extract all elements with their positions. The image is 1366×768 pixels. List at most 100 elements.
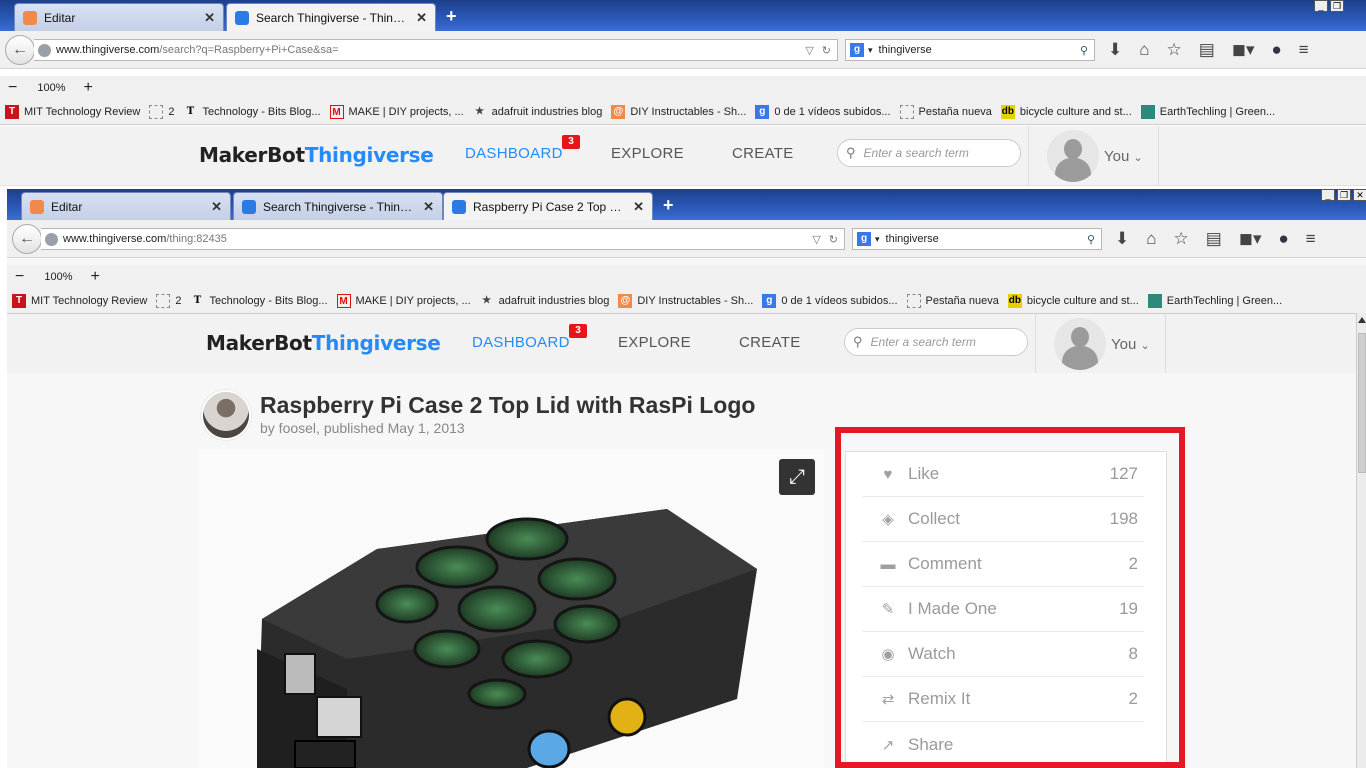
home-icon[interactable]: ⌂ <box>1146 229 1156 249</box>
home-icon[interactable]: ⌂ <box>1139 40 1149 60</box>
front-search-bar[interactable]: g ▾ thingiverse ⚲ <box>852 228 1102 250</box>
adafruit-icon: ★ <box>482 295 492 306</box>
addon-icon[interactable]: ● <box>1279 229 1289 249</box>
bookmark-item[interactable]: Pestaña nueva <box>899 105 992 119</box>
bookmark-item[interactable]: ★ adafruit industries blog <box>473 105 602 119</box>
nav-create[interactable]: CREATE <box>732 145 794 162</box>
bookmark-item[interactable]: @ DIY Instructables - Sh... <box>618 294 753 308</box>
thing-photo[interactable]: ⤢ <box>197 449 825 768</box>
restore-button[interactable]: ❐ <box>1337 189 1351 201</box>
menu-icon[interactable]: ≡ <box>1306 229 1316 249</box>
blank-page-icon <box>156 294 171 308</box>
addon-icon[interactable]: ● <box>1272 40 1282 60</box>
back-tab-search[interactable]: Search Thingiverse - Thingive... ✕ <box>226 3 436 31</box>
bookmark-item[interactable]: T MIT Technology Review <box>5 105 140 119</box>
close-icon[interactable]: ✕ <box>211 199 222 215</box>
bookmark-star-icon[interactable]: ☆ <box>1174 229 1189 249</box>
avatar[interactable] <box>1054 318 1106 370</box>
close-icon[interactable]: ✕ <box>633 199 644 215</box>
chevron-down-icon[interactable]: ▾ <box>868 45 873 56</box>
nav-create[interactable]: CREATE <box>739 334 801 351</box>
reload-icon[interactable]: ↻ <box>822 44 831 57</box>
user-menu[interactable]: You ⌄ <box>1104 148 1143 165</box>
front-tab-thing[interactable]: Raspberry Pi Case 2 Top Lid ... ✕ <box>443 192 653 220</box>
bookmark-star-icon[interactable]: ☆ <box>1167 40 1182 60</box>
dropdown-icon[interactable]: ▽ <box>805 44 813 57</box>
expand-icon[interactable]: ⤢ <box>779 459 815 495</box>
zoom-out-button[interactable]: − <box>8 79 17 97</box>
thingiverse-icon <box>452 199 466 214</box>
minimize-button[interactable]: _ <box>1314 0 1328 12</box>
instructables-icon: @ <box>618 294 633 308</box>
close-icon[interactable]: ✕ <box>423 199 434 215</box>
nav-explore[interactable]: EXPLORE <box>611 145 684 162</box>
site-search-input[interactable]: ⚲ Enter a search term <box>837 139 1021 167</box>
new-tab-button[interactable]: + <box>663 195 674 216</box>
back-button[interactable]: ← <box>12 224 42 254</box>
back-search-bar[interactable]: g ▾ thingiverse ⚲ <box>845 39 1095 61</box>
avatar[interactable] <box>1047 130 1099 182</box>
back-url-bar[interactable]: www.thingiverse.com /search?q=Raspberry+… <box>34 39 838 61</box>
site-search-input[interactable]: ⚲ Enter a search term <box>844 328 1028 356</box>
user-menu[interactable]: You ⌄ <box>1111 336 1150 353</box>
bookmark-item[interactable]: T MIT Technology Review <box>12 294 147 308</box>
extension-icon[interactable]: ◼▾ <box>1239 229 1262 249</box>
close-icon[interactable]: ✕ <box>204 10 215 26</box>
bookmark-item[interactable]: g0 de 1 vídeos subidos... <box>755 105 891 119</box>
make-icon: M <box>336 294 351 308</box>
nav-dashboard[interactable]: DASHBOARD <box>465 145 563 162</box>
new-tab-button[interactable]: + <box>446 6 457 27</box>
minimize-button[interactable]: _ <box>1321 189 1335 201</box>
bookmark-item[interactable]: 2 <box>156 294 182 308</box>
front-tab-editar[interactable]: Editar ✕ <box>21 192 231 220</box>
download-icon[interactable]: ⬇ <box>1115 229 1129 249</box>
bookmark-item[interactable]: ★ adafruit industries blog <box>480 294 609 308</box>
zoom-in-button[interactable]: + <box>83 79 92 97</box>
bookmark-item[interactable]: @ DIY Instructables - Sh... <box>611 105 746 119</box>
close-window-button[interactable]: ✕ <box>1353 189 1366 201</box>
nav-dashboard[interactable]: DASHBOARD <box>472 334 570 351</box>
bookmark-item[interactable]: EarthTechling | Green... <box>1147 294 1282 308</box>
blank-page-icon <box>899 105 914 119</box>
clipboard-icon[interactable]: ▤ <box>1206 229 1222 249</box>
scroll-up-arrow-icon[interactable] <box>1358 317 1366 323</box>
menu-icon[interactable]: ≡ <box>1299 40 1309 60</box>
bookmark-item[interactable]: M MAKE | DIY projects, ... <box>336 294 471 308</box>
back-tab-editar[interactable]: Editar ✕ <box>14 3 224 31</box>
bookmark-item[interactable]: db bicycle culture and st... <box>1000 105 1132 119</box>
reload-icon[interactable]: ↻ <box>829 233 838 246</box>
zoom-in-button[interactable]: + <box>90 268 99 286</box>
back-browser-window: Editar ✕ Search Thingiverse - Thingive..… <box>0 0 1366 190</box>
bookmark-item[interactable]: g0 de 1 vídeos subidos... <box>762 294 898 308</box>
site-logo[interactable]: MakerBotThingiverse <box>206 331 441 356</box>
creator-avatar[interactable] <box>201 390 251 440</box>
site-logo[interactable]: MakerBotThingiverse <box>199 143 434 168</box>
bookmark-item[interactable]: 2 <box>149 105 175 119</box>
front-tab-search[interactable]: Search Thingiverse - Thingive... ✕ <box>233 192 443 220</box>
close-icon[interactable]: ✕ <box>416 10 427 26</box>
db-icon: db <box>1007 294 1022 308</box>
front-zoom-bar: − 100% + <box>7 265 1366 289</box>
nav-explore[interactable]: EXPLORE <box>618 334 691 351</box>
highlight-box <box>835 427 1185 768</box>
restore-button[interactable]: ❐ <box>1330 0 1344 12</box>
extension-icon[interactable]: ◼▾ <box>1232 40 1255 60</box>
chevron-down-icon[interactable]: ▾ <box>875 234 880 245</box>
bookmark-item[interactable]: T Technology - Bits Blog... <box>191 294 328 308</box>
front-toolbar-icons: ⬇ ⌂ ☆ ▤ ◼▾ ● ≡ <box>1115 229 1316 249</box>
bookmark-item[interactable]: db bicycle culture and st... <box>1007 294 1139 308</box>
bookmark-item[interactable]: EarthTechling | Green... <box>1140 105 1275 119</box>
search-icon[interactable]: ⚲ <box>1080 44 1088 57</box>
search-icon[interactable]: ⚲ <box>1087 233 1095 246</box>
dropdown-icon[interactable]: ▽ <box>812 233 820 246</box>
bookmark-item[interactable]: T Technology - Bits Blog... <box>184 105 321 119</box>
scrollbar-thumb[interactable] <box>1358 333 1366 473</box>
zoom-out-button[interactable]: − <box>15 268 24 286</box>
bookmark-item[interactable]: M MAKE | DIY projects, ... <box>329 105 464 119</box>
download-icon[interactable]: ⬇ <box>1108 40 1122 60</box>
bookmark-item[interactable]: Pestaña nueva <box>906 294 999 308</box>
clipboard-icon[interactable]: ▤ <box>1199 40 1215 60</box>
front-url-bar[interactable]: www.thingiverse.com /thing:82435 ▽ ↻ <box>41 228 845 250</box>
back-button[interactable]: ← <box>5 35 35 65</box>
page-scrollbar[interactable] <box>1356 313 1366 768</box>
